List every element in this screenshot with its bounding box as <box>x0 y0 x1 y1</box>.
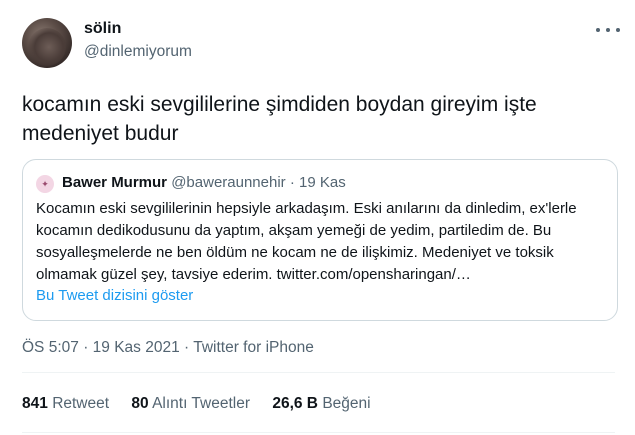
tweet-date[interactable]: 19 Kas 2021 <box>93 339 180 356</box>
quoted-avatar-icon[interactable]: ✦ <box>36 175 54 193</box>
quotes-count: 80 <box>131 395 149 412</box>
quoted-author-name[interactable]: Bawer Murmur <box>62 174 167 191</box>
author-name[interactable]: sölin <box>84 20 121 38</box>
tweet-source[interactable]: Twitter for iPhone <box>193 339 314 356</box>
tweet-card: sölin @dinlemiyorum kocamın eski sevgili… <box>0 0 635 435</box>
retweets-label: Retweet <box>52 395 110 412</box>
author-handle[interactable]: @dinlemiyorum <box>84 43 192 61</box>
quoted-header: Bawer Murmur @baweraunnehir · 19 Kas <box>62 174 346 191</box>
likes-stat[interactable]: 26,6 B Beğeni <box>272 395 370 413</box>
quoted-date[interactable]: 19 Kas <box>299 174 346 191</box>
divider-top <box>22 372 615 373</box>
quoted-separator: · <box>289 174 295 191</box>
avatar[interactable] <box>22 18 72 68</box>
divider-bottom <box>22 432 615 433</box>
more-icon[interactable] <box>596 24 620 36</box>
retweets-stat[interactable]: 841 Retweet <box>22 395 109 413</box>
quotes-stat[interactable]: 80 Alıntı Tweetler <box>131 395 250 413</box>
avatar-image <box>28 28 66 66</box>
quoted-tweet[interactable]: ✦ Bawer Murmur @baweraunnehir · 19 Kas K… <box>22 159 618 321</box>
likes-label: Beğeni <box>322 395 371 412</box>
meta-separator-2: · <box>184 339 190 356</box>
tweet-meta: ÖS 5:07 · 19 Kas 2021 · Twitter for iPho… <box>22 339 314 357</box>
show-thread-link[interactable]: Bu Tweet dizisini göster <box>36 287 193 304</box>
quotes-label: Alıntı Tweetler <box>152 395 251 412</box>
meta-separator-1: · <box>83 339 89 356</box>
retweets-count: 841 <box>22 395 48 412</box>
tweet-stats: 841 Retweet 80 Alıntı Tweetler 26,6 B Be… <box>22 395 389 413</box>
tweet-text: kocamın eski sevgililerine şimdiden boyd… <box>22 93 537 145</box>
likes-count: 26,6 B <box>272 395 318 412</box>
quoted-text: Kocamın eski sevgililerinin hepsiyle ark… <box>36 200 577 283</box>
quoted-author-handle[interactable]: @baweraunnehir <box>171 174 285 191</box>
tweet-time[interactable]: ÖS 5:07 <box>22 339 79 356</box>
